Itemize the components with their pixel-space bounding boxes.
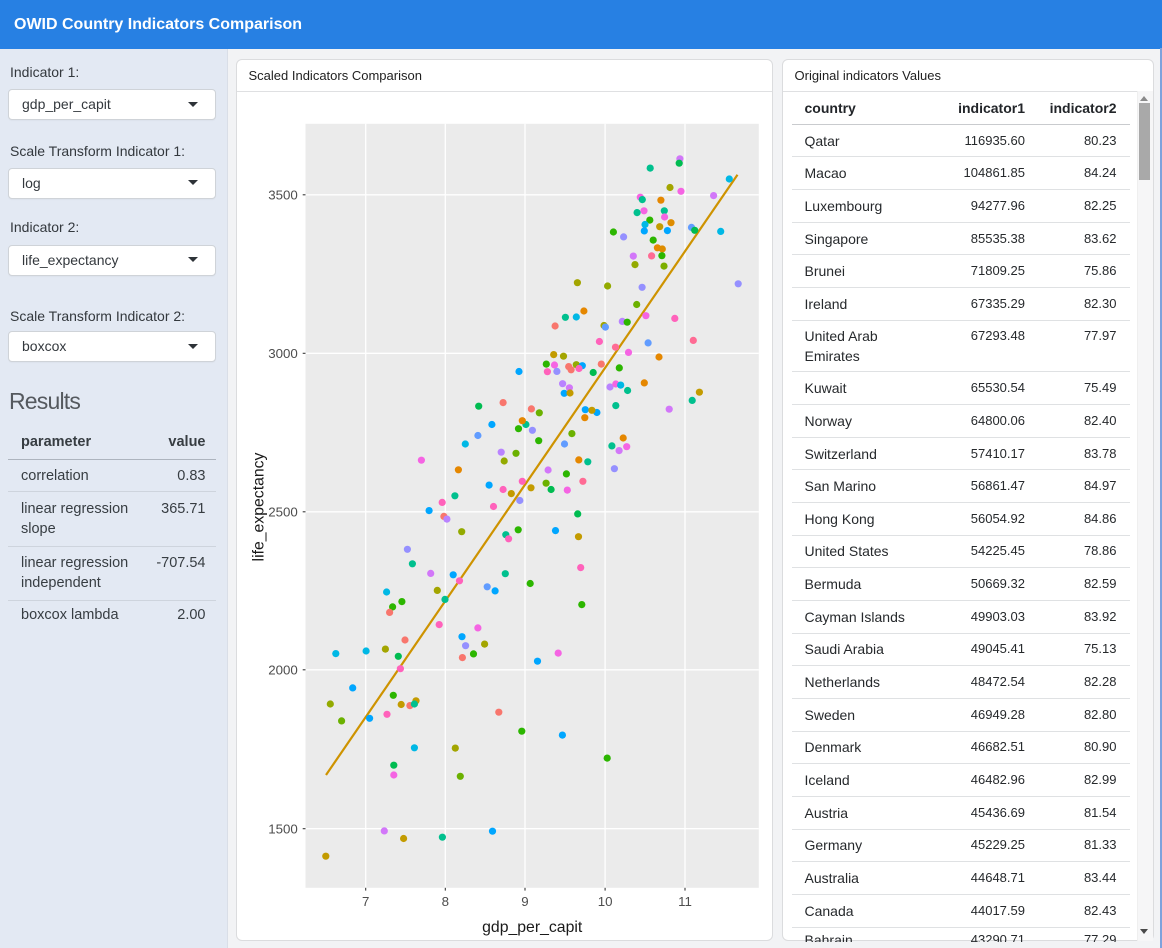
svg-text:9: 9 [521,894,528,909]
svg-text:10: 10 [598,894,613,909]
svg-text:3000: 3000 [268,346,298,361]
svg-text:gdp_per_capit: gdp_per_capit [482,919,583,936]
svg-text:3500: 3500 [268,187,298,202]
svg-text:11: 11 [678,894,692,909]
svg-text:1500: 1500 [268,821,298,836]
svg-text:8: 8 [442,894,449,909]
svg-text:7: 7 [362,894,369,909]
svg-text:2000: 2000 [268,662,298,677]
svg-text:life_expectancy: life_expectancy [251,452,268,561]
svg-text:2500: 2500 [268,504,298,519]
